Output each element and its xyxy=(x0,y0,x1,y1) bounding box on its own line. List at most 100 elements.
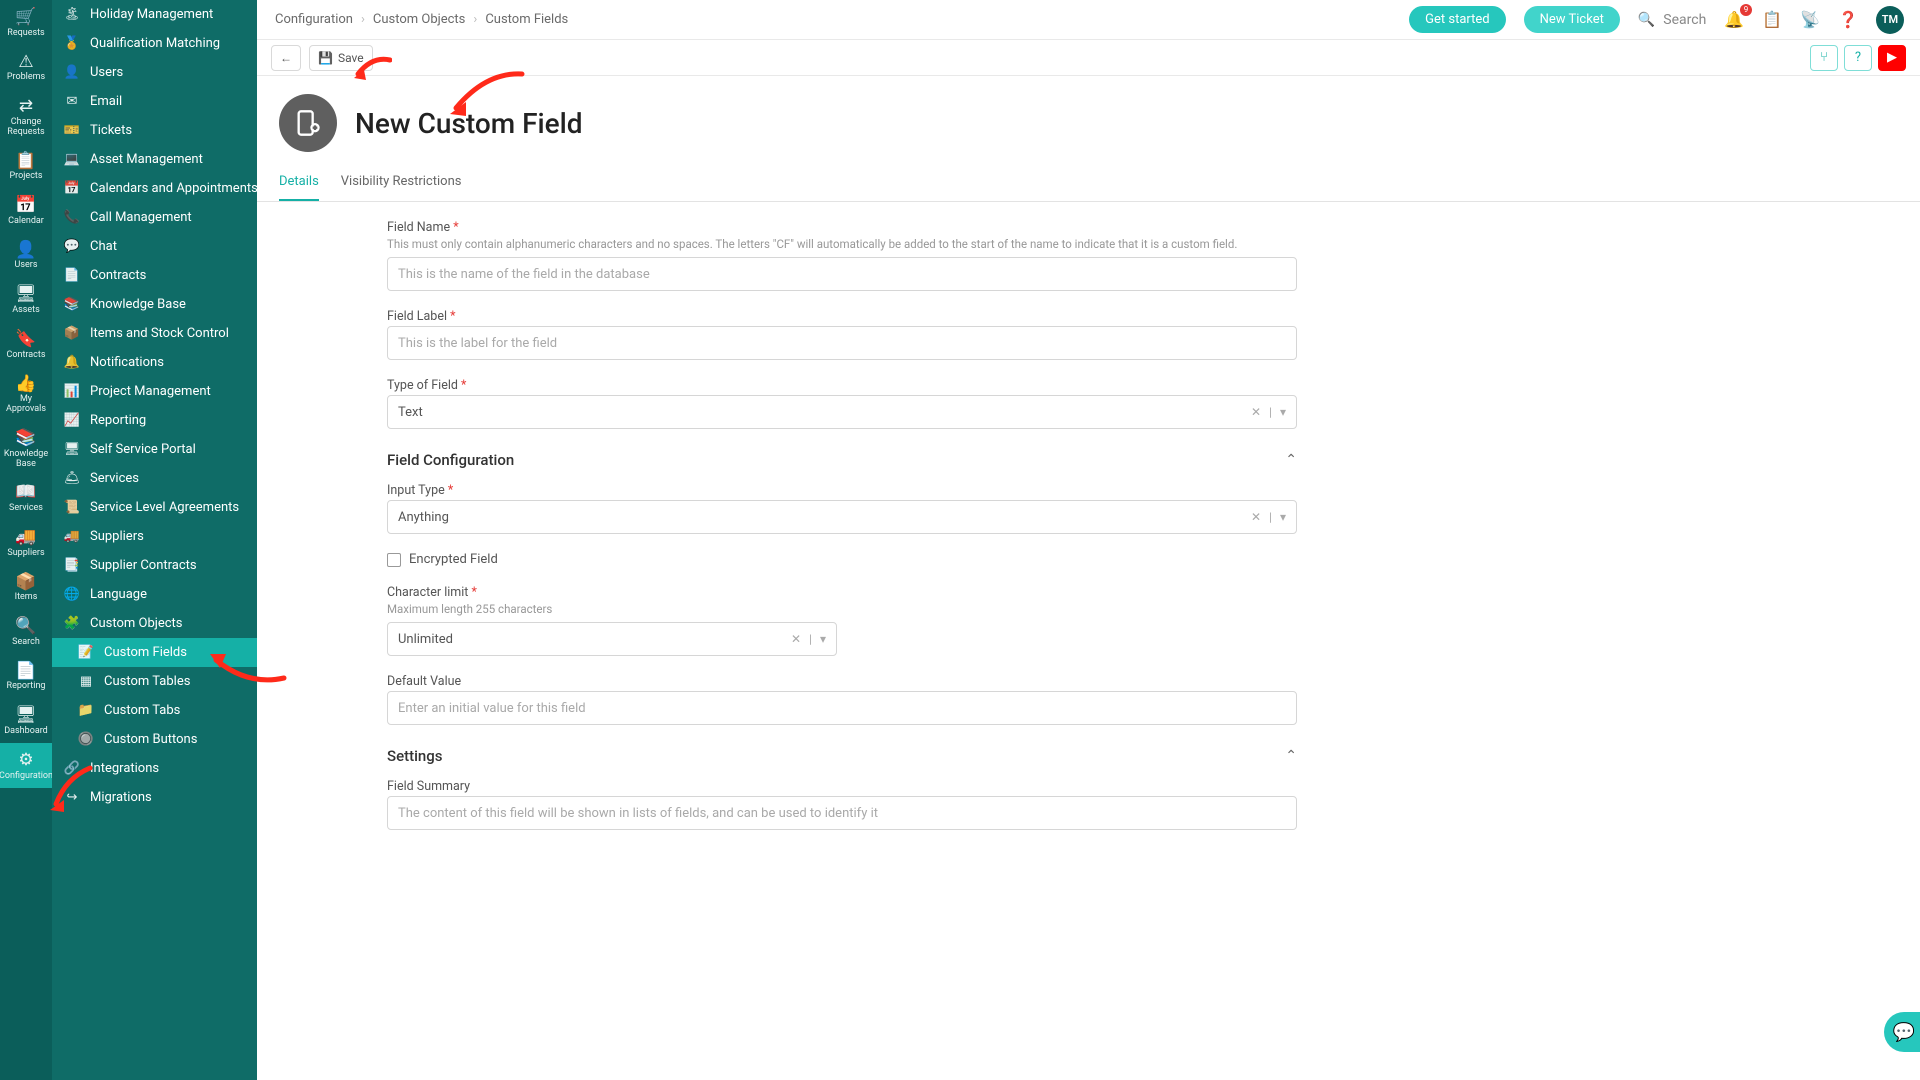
iconbar-item-search[interactable]: 🔍Search xyxy=(0,609,52,654)
sidebar-item-integrations[interactable]: 🔗Integrations xyxy=(52,754,257,783)
iconbar-item-my-approvals[interactable]: 👍My Approvals xyxy=(0,367,52,421)
main-area: Configuration › Custom Objects › Custom … xyxy=(257,0,1920,1080)
sidebar-item-services[interactable]: 🛎Services xyxy=(52,464,257,493)
clipboard-icon[interactable]: 📋 xyxy=(1762,10,1782,29)
sidebar-item-qualification-matching[interactable]: 🏅Qualification Matching xyxy=(52,29,257,58)
iconbar-item-suppliers[interactable]: 🚚Suppliers xyxy=(0,520,52,565)
clear-icon[interactable]: ✕ xyxy=(1251,405,1261,419)
items-icon: 📦 xyxy=(15,573,36,592)
input-default-value[interactable] xyxy=(387,691,1297,725)
breadcrumb-0[interactable]: Configuration xyxy=(275,12,353,27)
back-button[interactable]: ← xyxy=(271,45,301,71)
sidebar-item-tickets[interactable]: 🎫Tickets xyxy=(52,116,257,145)
chevron-down-icon[interactable]: ▾ xyxy=(1280,405,1286,419)
sidebar-item-project-management[interactable]: 📊Project Management xyxy=(52,377,257,406)
sidebar-item-custom-objects[interactable]: 🧩Custom Objects xyxy=(52,609,257,638)
sidebar-item-custom-tabs[interactable]: 📁Custom Tabs xyxy=(52,696,257,725)
sidebar-item-self-service-portal[interactable]: 🖥Self Service Portal xyxy=(52,435,257,464)
collapse-icon[interactable]: ⌃ xyxy=(1285,452,1297,468)
iconbar-item-users[interactable]: 👤Users xyxy=(0,233,52,278)
checkbox-encrypted[interactable]: Encrypted Field xyxy=(387,552,1297,567)
sidebar-item-custom-buttons[interactable]: 🔘Custom Buttons xyxy=(52,725,257,754)
iconbar-item-items[interactable]: 📦Items xyxy=(0,565,52,610)
iconbar-item-problems[interactable]: ⚠Problems xyxy=(0,45,52,90)
input-field-label[interactable] xyxy=(387,326,1297,360)
select-input-type[interactable]: Anything ✕ | ▾ xyxy=(387,500,1297,534)
sidebar-item-contracts[interactable]: 📄Contracts xyxy=(52,261,257,290)
sidebar-item-service-level-agreements[interactable]: 📜Service Level Agreements xyxy=(52,493,257,522)
get-started-button[interactable]: Get started xyxy=(1409,6,1505,33)
notif-badge: 9 xyxy=(1740,4,1753,16)
input-field-summary[interactable] xyxy=(387,796,1297,830)
iconbar-item-projects[interactable]: 📋Projects xyxy=(0,144,52,189)
notifications-icon: 🔔 xyxy=(64,355,80,370)
select-type-of-field[interactable]: Text ✕ | ▾ xyxy=(387,395,1297,429)
tab-visibility[interactable]: Visibility Restrictions xyxy=(341,166,462,201)
sidebar-item-language[interactable]: 🌐Language xyxy=(52,580,257,609)
iconbar-label: Assets xyxy=(12,306,40,316)
iconbar-item-requests[interactable]: 🛒Requests xyxy=(0,0,52,45)
iconbar-item-configuration[interactable]: ⚙Configuration xyxy=(0,743,52,788)
rss-icon[interactable]: 📡 xyxy=(1800,10,1820,29)
page-title: New Custom Field xyxy=(355,107,583,140)
input-field-name[interactable] xyxy=(387,257,1297,291)
global-search[interactable]: 🔍 Search xyxy=(1638,12,1706,28)
select-char-limit[interactable]: Unlimited ✕ | ▾ xyxy=(387,622,837,656)
iconbar-item-contracts[interactable]: 🔖Contracts xyxy=(0,322,52,367)
my-approvals-icon: 👍 xyxy=(15,375,36,394)
section-field-configuration: Field Configuration xyxy=(387,451,514,469)
breadcrumbs: Configuration › Custom Objects › Custom … xyxy=(275,12,568,27)
dashboard-icon: 🖥 xyxy=(15,706,37,725)
youtube-icon[interactable]: ▶ xyxy=(1878,45,1906,71)
help-icon[interactable]: ❓ xyxy=(1838,10,1858,29)
sidebar-item-chat[interactable]: 💬Chat xyxy=(52,232,257,261)
iconbar-item-calendar[interactable]: 📅Calendar xyxy=(0,188,52,233)
sidebar-item-notifications[interactable]: 🔔Notifications xyxy=(52,348,257,377)
form-body[interactable]: Field Name * This must only contain alph… xyxy=(257,202,1920,1080)
sidebar-item-holiday-management[interactable]: 🏝Holiday Management xyxy=(52,0,257,29)
sidebar-item-calendars-and-appointments[interactable]: 📅Calendars and Appointments xyxy=(52,174,257,203)
collapse-icon[interactable]: ⌃ xyxy=(1285,748,1297,764)
sidebar-item-migrations[interactable]: ↪Migrations xyxy=(52,783,257,812)
sidebar-item-supplier-contracts[interactable]: 📑Supplier Contracts xyxy=(52,551,257,580)
clear-icon[interactable]: ✕ xyxy=(791,632,801,646)
chat-fab[interactable]: 💬 xyxy=(1884,1012,1920,1052)
sidebar-label: Integrations xyxy=(90,761,159,776)
sidebar-item-suppliers[interactable]: 🚚Suppliers xyxy=(52,522,257,551)
branch-icon[interactable]: ⑂ xyxy=(1810,45,1838,71)
sidebar-item-call-management[interactable]: 📞Call Management xyxy=(52,203,257,232)
sidebar-label: Users xyxy=(90,65,123,80)
iconbar-item-assets[interactable]: 🖥Assets xyxy=(0,277,52,322)
clear-icon[interactable]: ✕ xyxy=(1251,510,1261,524)
reporting-icon: 📄 xyxy=(15,662,36,681)
toolbar-help-icon[interactable]: ? xyxy=(1844,45,1872,71)
search-placeholder: Search xyxy=(1663,12,1706,28)
notifications-icon[interactable]: 🔔9 xyxy=(1724,10,1744,29)
search-icon: 🔍 xyxy=(15,617,36,636)
iconbar-item-dashboard[interactable]: 🖥Dashboard xyxy=(0,698,52,743)
save-button[interactable]: 💾 Save xyxy=(309,45,373,71)
sidebar-item-custom-fields[interactable]: 📝Custom Fields xyxy=(52,638,257,667)
sidebar-item-users[interactable]: 👤Users xyxy=(52,58,257,87)
save-label: Save xyxy=(338,51,364,65)
sidebar-item-reporting[interactable]: 📈Reporting xyxy=(52,406,257,435)
sidebar-item-items-and-stock-control[interactable]: 📦Items and Stock Control xyxy=(52,319,257,348)
tab-details[interactable]: Details xyxy=(279,166,319,201)
sidebar-item-knowledge-base[interactable]: 📚Knowledge Base xyxy=(52,290,257,319)
breadcrumb-1[interactable]: Custom Objects xyxy=(373,12,466,27)
user-avatar[interactable]: TM xyxy=(1876,6,1904,34)
sidebar-label: Custom Objects xyxy=(90,616,183,631)
sidebar-item-custom-tables[interactable]: ▦Custom Tables xyxy=(52,667,257,696)
sidebar-item-asset-management[interactable]: 💻Asset Management xyxy=(52,145,257,174)
chevron-down-icon[interactable]: ▾ xyxy=(1280,510,1286,524)
chevron-down-icon[interactable]: ▾ xyxy=(820,632,826,646)
iconbar-item-reporting[interactable]: 📄Reporting xyxy=(0,654,52,699)
iconbar-item-knowledge-base[interactable]: 📚Knowledge Base xyxy=(0,421,52,475)
knowledge-base-icon: 📚 xyxy=(64,297,80,312)
iconbar-item-change-requests[interactable]: ⇄Change Requests xyxy=(0,89,52,143)
sidebar-item-email[interactable]: ✉Email xyxy=(52,87,257,116)
breadcrumb-sep: › xyxy=(361,12,365,27)
iconbar-item-services[interactable]: 📖Services xyxy=(0,475,52,520)
breadcrumb-2[interactable]: Custom Fields xyxy=(485,12,568,27)
new-ticket-button[interactable]: New Ticket xyxy=(1524,6,1620,33)
